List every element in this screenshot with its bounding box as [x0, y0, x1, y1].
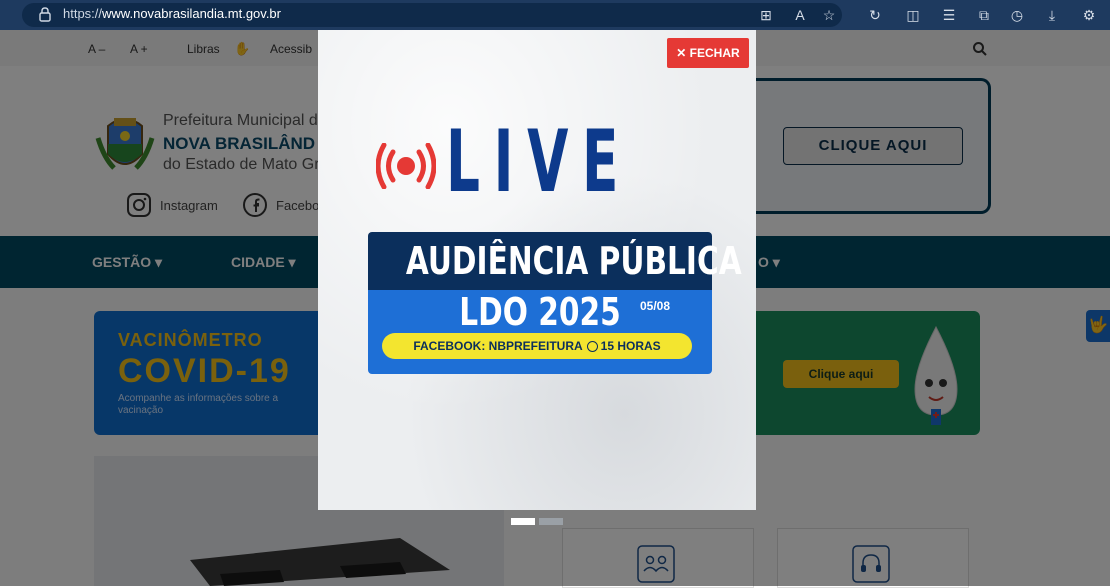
split-screen-icon[interactable]: ◫: [904, 6, 922, 24]
event-date: 05/08: [640, 299, 671, 313]
audiencia-publica-title: AUDIÊNCIA PÚBLICA: [405, 239, 742, 283]
download-icon[interactable]: ⤓: [1043, 6, 1061, 24]
collections-icon[interactable]: ⧉: [975, 6, 993, 24]
close-button[interactable]: ✕ FECHAR: [667, 38, 749, 68]
facebook-handle-text: FACEBOOK: NBPREFEITURA: [413, 339, 583, 353]
ldo-title: LDO 2025: [459, 290, 621, 334]
live-broadcast-icon: [376, 143, 436, 189]
lock-icon[interactable]: [38, 6, 52, 22]
carousel-indicator-2[interactable]: [539, 518, 563, 525]
favorite-star-icon[interactable]: ☆: [820, 6, 838, 24]
clock-icon: [586, 341, 598, 352]
refresh-icon[interactable]: ↻: [866, 6, 884, 24]
favorites-list-icon[interactable]: ☰: [940, 6, 958, 24]
app-grid-icon[interactable]: ⊞: [757, 6, 775, 24]
url-text[interactable]: https://www.novabrasilandia.mt.gov.br: [63, 6, 281, 21]
extensions-icon[interactable]: ⚙: [1080, 6, 1098, 24]
carousel-indicator-active[interactable]: [511, 518, 535, 525]
history-icon[interactable]: ◷: [1008, 6, 1026, 24]
event-time-text: 15 HORAS: [600, 339, 661, 353]
facebook-schedule-pill: FACEBOOK: NBPREFEITURA 15 HORAS: [382, 333, 692, 359]
read-aloud-icon[interactable]: A: [791, 6, 809, 24]
live-heading: LIVE: [446, 112, 633, 212]
